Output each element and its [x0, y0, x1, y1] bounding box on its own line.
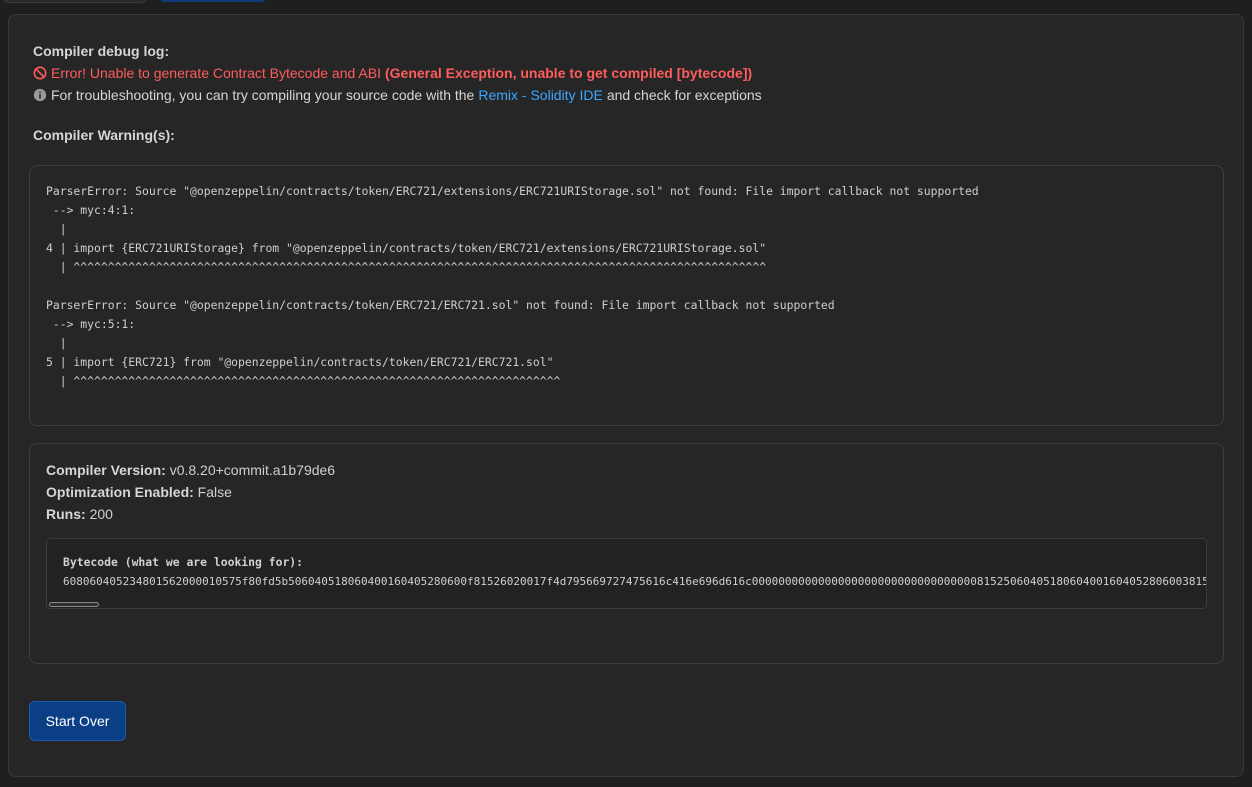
- bytecode-value: 608060405234801562000010575f80fd5b506040…: [63, 575, 1207, 588]
- compiler-version-label: Compiler Version:: [46, 462, 166, 478]
- compiler-meta: Compiler Version: v0.8.20+commit.a1b79de…: [46, 459, 335, 525]
- tab-inactive[interactable]: [4, 0, 146, 3]
- compiler-warnings-text: ParserError: Source "@openzeppelin/contr…: [46, 184, 979, 388]
- remix-ide-link[interactable]: Remix - Solidity IDE: [478, 84, 602, 106]
- compiler-version-row: Compiler Version: v0.8.20+commit.a1b79de…: [46, 459, 335, 481]
- debug-log-title: Compiler debug log:: [33, 43, 170, 59]
- start-over-button[interactable]: Start Over: [29, 701, 126, 741]
- top-tab-bar: [0, 0, 1252, 14]
- compiler-version-value: v0.8.20+commit.a1b79de6: [169, 462, 336, 478]
- troubleshooting-hint: For troubleshooting, you can try compili…: [33, 84, 1219, 106]
- hint-prefix: For troubleshooting, you can try compili…: [51, 87, 475, 103]
- error-prefix: Error! Unable to generate Contract Bytec…: [51, 65, 381, 81]
- horizontal-scrollbar[interactable]: [49, 602, 99, 607]
- bytecode-box[interactable]: Bytecode (what we are looking for): 6080…: [46, 538, 1207, 609]
- error-detail: (General Exception, unable to get compil…: [384, 65, 753, 81]
- optimization-label: Optimization Enabled:: [46, 484, 194, 500]
- compiler-warnings-title: Compiler Warning(s):: [33, 127, 175, 143]
- compiler-info-box: Compiler Version: v0.8.20+commit.a1b79de…: [29, 443, 1224, 664]
- optimization-value: False: [197, 484, 232, 500]
- tab-active[interactable]: [160, 0, 266, 2]
- runs-label: Runs:: [46, 506, 86, 522]
- runs-value: 200: [89, 506, 113, 522]
- optimization-row: Optimization Enabled: False: [46, 481, 335, 503]
- runs-row: Runs: 200: [46, 503, 335, 525]
- bytecode-label: Bytecode (what we are looking for):: [63, 555, 304, 569]
- hint-suffix: and check for exceptions: [606, 87, 762, 103]
- error-message: Error! Unable to generate Contract Bytec…: [33, 62, 1219, 84]
- info-circle-icon: [33, 88, 47, 102]
- result-card: Compiler debug log: Error! Unable to gen…: [8, 14, 1244, 777]
- debug-log-section: Compiler debug log: Error! Unable to gen…: [33, 40, 1219, 106]
- prohibited-icon: [33, 66, 47, 80]
- compiler-warnings-box: ParserError: Source "@openzeppelin/contr…: [29, 165, 1224, 426]
